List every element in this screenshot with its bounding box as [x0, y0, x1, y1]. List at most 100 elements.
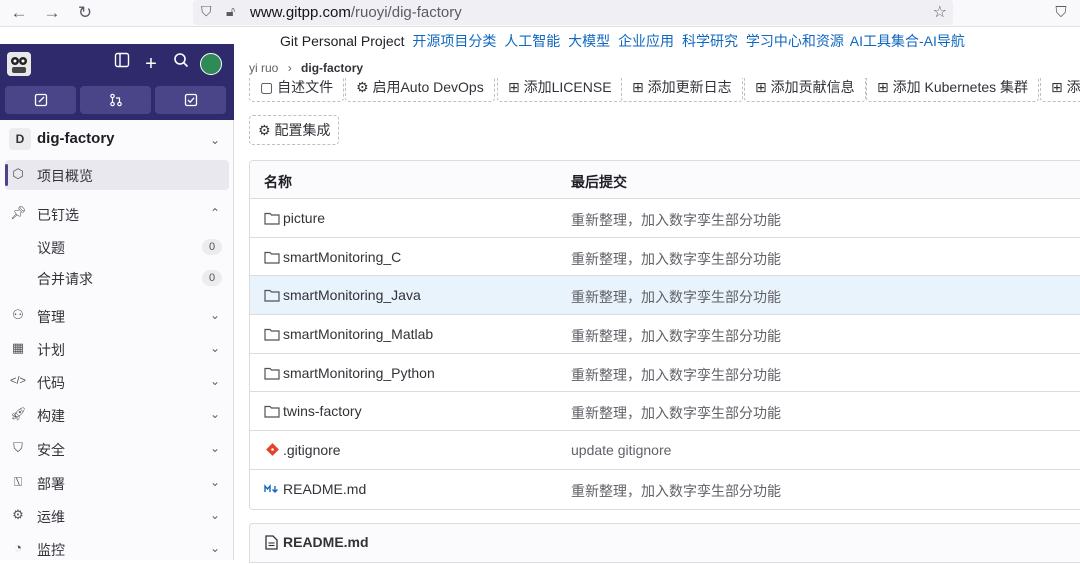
sidebar-item-plan[interactable]: ▦ 计划 ⌄ [0, 334, 234, 364]
toggle-sidebar-icon[interactable] [110, 52, 134, 76]
forward-icon[interactable]: → [41, 2, 63, 24]
sidebar-item-label: 构建 [37, 408, 65, 424]
folder-icon [264, 367, 280, 380]
add-license-button[interactable]: ⊞ 添加LICENSE [497, 78, 623, 102]
chevron-down-icon: ⌄ [209, 407, 220, 421]
merge-requests-shortcut-button[interactable] [80, 86, 151, 114]
sidebar-item-merge-requests[interactable]: 合并请求 0 [0, 264, 234, 292]
issues-shortcut-button[interactable] [5, 86, 76, 114]
file-name-link[interactable]: twins-factory [283, 403, 362, 419]
sidebar-item-label: 已钉选 [37, 207, 79, 223]
calendar-icon: ▦ [11, 340, 25, 355]
reload-icon[interactable]: ↻ [74, 2, 96, 24]
banner-link[interactable]: 企业应用 [618, 33, 674, 49]
sidebar-item-deploy[interactable]: ⍂ 部署 ⌄ [0, 468, 234, 498]
commit-message-link[interactable]: update gitignore [571, 442, 671, 458]
sidebar-item-pinned[interactable]: 📌︎ 已钉选 ⌃ [0, 199, 234, 229]
chevron-down-icon: ⌄ [209, 308, 220, 322]
enable-autodevops-button[interactable]: ⚙ 启用Auto DevOps [345, 78, 495, 102]
table-row[interactable]: smartMonitoring_Java 重新整理，加入数字孪生部分功能 [250, 276, 1080, 316]
shield-icon[interactable]: ⛉ [201, 3, 212, 20]
banner-link[interactable]: 人工智能 [504, 33, 560, 49]
plus-box-icon: ⊞ [1051, 79, 1067, 95]
banner-link[interactable]: 开源项目分类 [412, 33, 496, 49]
banner-link[interactable]: 科学研究 [682, 33, 738, 49]
file-name-link[interactable]: picture [283, 210, 325, 226]
plus-box-icon: ⊞ [508, 79, 524, 95]
table-row[interactable]: twins-factory 重新整理，加入数字孪生部分功能 [250, 392, 1080, 432]
commit-message-link[interactable]: 重新整理，加入数字孪生部分功能 [571, 481, 781, 501]
code-icon: </> [10, 375, 26, 387]
table-header: 名称 最后提交 [250, 161, 1080, 199]
deploy-icon: ⍂ [14, 474, 22, 489]
file-name-link[interactable]: README.md [283, 481, 366, 497]
table-row[interactable]: README.md 重新整理，加入数字孪生部分功能 [250, 469, 1080, 509]
url-text[interactable]: www.gitpp.com/ruoyi/dig-factory [250, 4, 462, 21]
sidebar-item-label: 运维 [37, 509, 65, 525]
banner-link[interactable]: AI工具集合-AI导航 [850, 33, 965, 49]
sidebar-item-operate[interactable]: ⚙ 运维 ⌄ [0, 501, 234, 531]
sidebar-item-issues[interactable]: 议题 0 [0, 233, 234, 261]
user-avatar[interactable] [200, 53, 222, 75]
breadcrumb-repo[interactable]: dig-factory [301, 61, 363, 75]
file-name-link[interactable]: smartMonitoring_Matlab [283, 326, 433, 342]
search-icon[interactable] [169, 52, 193, 76]
add-contributing-button[interactable]: ⊞ 添加贡献信息 [744, 78, 866, 102]
address-bar[interactable]: ⛉ 🔓︎ www.gitpp.com/ruoyi/dig-factory ☆ [193, 0, 953, 25]
add-changelog-button[interactable]: ⊞ 添加更新日志 [621, 78, 743, 102]
file-name-link[interactable]: smartMonitoring_C [283, 249, 401, 265]
file-icon: ▢ [260, 79, 278, 95]
sidebar-item-label: 管理 [37, 309, 65, 325]
sidebar-item-manage[interactable]: ⚇ 管理 ⌄ [0, 301, 234, 331]
site-logo[interactable] [7, 52, 31, 76]
commit-message-link[interactable]: 重新整理，加入数字孪生部分功能 [571, 249, 781, 269]
banner-link[interactable]: 大模型 [568, 33, 610, 49]
file-icon [265, 535, 278, 550]
sidebar-item-secure[interactable]: ⛉ 安全 ⌄ [0, 434, 234, 464]
chevron-down-icon: ⌄ [209, 341, 220, 355]
sidebar-item-label: 代码 [37, 375, 65, 391]
file-name-link[interactable]: smartMonitoring_Python [283, 365, 435, 381]
pin-icon: 📌︎ [10, 205, 27, 220]
breadcrumb-owner[interactable]: yi ruo [249, 61, 278, 75]
table-row[interactable]: smartMonitoring_C 重新整理，加入数字孪生部分功能 [250, 237, 1080, 277]
breadcrumb: yi ruo › dig-factory [249, 61, 363, 75]
chevron-down-icon: ⌄ [209, 475, 220, 489]
table-row[interactable]: picture 重新整理，加入数字孪生部分功能 [250, 199, 1080, 238]
add-more-button[interactable]: ⊞ 添 [1040, 78, 1080, 102]
file-name-link[interactable]: smartMonitoring_Java [283, 287, 421, 303]
add-readme-button[interactable]: ▢ 自述文件 [249, 78, 345, 102]
chevron-down-icon: ⌄ [209, 508, 220, 522]
insecure-lock-icon[interactable]: 🔓︎ [226, 3, 235, 20]
chevron-down-icon: ⌄ [209, 374, 220, 388]
table-row[interactable]: smartMonitoring_Python 重新整理，加入数字孪生部分功能 [250, 353, 1080, 393]
banner-link[interactable]: 学习中心和资源 [746, 33, 844, 49]
readme-title[interactable]: README.md [283, 534, 369, 550]
commit-message-link[interactable]: 重新整理，加入数字孪生部分功能 [571, 365, 781, 385]
table-row[interactable]: .gitignore update gitignore [250, 431, 1080, 470]
commit-message-link[interactable]: 重新整理，加入数字孪生部分功能 [571, 287, 781, 307]
sidebar-item-overview[interactable]: ⬡ 项目概览 [5, 160, 229, 190]
add-kubernetes-button[interactable]: ⊞ 添加 Kubernetes 集群 [866, 78, 1040, 102]
commit-message-link[interactable]: 重新整理，加入数字孪生部分功能 [571, 210, 781, 230]
plus-icon[interactable]: + [139, 52, 163, 76]
file-name-link[interactable]: .gitignore [283, 442, 341, 458]
folder-icon [264, 328, 280, 341]
folder-icon [264, 251, 280, 264]
back-icon[interactable]: ← [8, 2, 30, 24]
bookmark-star-icon[interactable]: ☆ [933, 2, 947, 22]
commit-message-link[interactable]: 重新整理，加入数字孪生部分功能 [571, 326, 781, 346]
column-name-header: 名称 [264, 174, 292, 190]
configure-integrations-button[interactable]: ⚙ 配置集成 [249, 115, 340, 145]
project-switcher[interactable]: D dig-factory ⌄ [0, 126, 234, 156]
commit-message-link[interactable]: 重新整理，加入数字孪生部分功能 [571, 403, 781, 423]
pocket-icon[interactable]: ⛉ [1050, 2, 1072, 24]
sidebar-item-build[interactable]: 🚀︎ 构建 ⌄ [0, 400, 234, 430]
markdown-icon [264, 483, 278, 493]
table-row[interactable]: smartMonitoring_Matlab 重新整理，加入数字孪生部分功能 [250, 315, 1080, 354]
sidebar: + D dig-factory ⌄ ⬡ 项目概览 📌︎ 已钉选 ⌃ 议题 0 合… [0, 44, 234, 560]
project-avatar: D [9, 128, 31, 150]
todo-shortcut-button[interactable] [155, 86, 226, 114]
sidebar-item-code[interactable]: </> 代码 ⌄ [0, 367, 234, 397]
project-icon: ⬡ [12, 166, 24, 181]
